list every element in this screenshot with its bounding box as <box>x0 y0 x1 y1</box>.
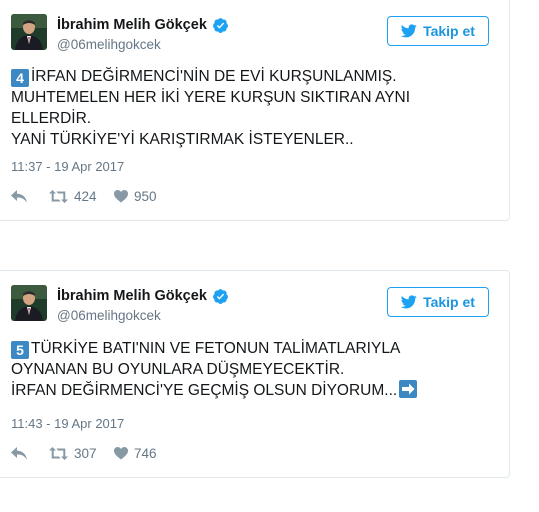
tweet-timestamp[interactable]: 11:43 - 19 Apr 2017 <box>11 416 124 431</box>
avatar[interactable] <box>11 14 47 50</box>
like-count: 950 <box>134 188 157 204</box>
reply-icon <box>11 446 27 459</box>
tweet-card: İbrahim Melih Gökçek @06melihgokcek Taki… <box>0 270 510 478</box>
tweet-card: İbrahim Melih Gökçek @06melihgokcek Taki… <box>0 0 510 221</box>
tweet-text: 4 İRFAN DEĞİRMENCİ'NİN DE EVİ KURŞUNLANMI… <box>11 66 491 150</box>
author-handle[interactable]: @06melihgokcek <box>57 37 229 52</box>
retweet-count: 307 <box>74 445 97 461</box>
tweet-actions: 424 950 <box>11 186 157 206</box>
follow-button-label: Takip et <box>423 23 475 39</box>
keycap-number-icon: 4 <box>11 69 29 87</box>
author-display-name[interactable]: İbrahim Melih Gökçek <box>57 17 207 33</box>
retweet-icon <box>49 446 68 460</box>
retweet-icon <box>49 189 68 203</box>
retweet-button[interactable]: 424 <box>49 189 114 204</box>
like-button[interactable]: 746 <box>114 446 157 461</box>
reply-icon <box>11 189 27 202</box>
reply-button[interactable] <box>11 189 49 203</box>
author-block: İbrahim Melih Gökçek @06melihgokcek <box>57 15 229 52</box>
follow-button[interactable]: Takip et <box>387 287 489 317</box>
twitter-bird-icon <box>401 295 417 309</box>
follow-button[interactable]: Takip et <box>387 16 489 46</box>
author-display-name[interactable]: İbrahim Melih Gökçek <box>57 288 207 304</box>
avatar[interactable] <box>11 285 47 321</box>
twitter-bird-icon <box>401 24 417 38</box>
follow-button-label: Takip et <box>423 294 475 310</box>
tweet-timestamp[interactable]: 11:37 - 19 Apr 2017 <box>11 159 124 174</box>
heart-icon <box>114 189 128 202</box>
keycap-number-icon: 5 <box>11 341 29 359</box>
tweet-text: 5 TÜRKİYE BATI'NIN VE FETONUN TALİMATLARI… <box>11 338 491 401</box>
tweet-text-body: İRFAN DEĞİRMENCİ'NİN DE EVİ KURŞUNLANMIŞ… <box>11 68 411 148</box>
like-count: 746 <box>134 445 157 461</box>
retweet-count: 424 <box>74 188 97 204</box>
reply-button[interactable] <box>11 446 49 460</box>
like-button[interactable]: 950 <box>114 189 157 204</box>
retweet-button[interactable]: 307 <box>49 446 114 461</box>
tweet-text-body: TÜRKİYE BATI'NIN VE FETONUN TALİMATLARIY… <box>11 340 401 399</box>
right-arrow-emoji-icon <box>399 380 418 398</box>
author-block: İbrahim Melih Gökçek @06melihgokcek <box>57 286 229 323</box>
tweet-actions: 307 746 <box>11 443 157 463</box>
heart-icon <box>114 446 128 459</box>
author-handle[interactable]: @06melihgokcek <box>57 308 229 323</box>
verified-badge-icon <box>212 17 229 34</box>
verified-badge-icon <box>212 288 229 305</box>
